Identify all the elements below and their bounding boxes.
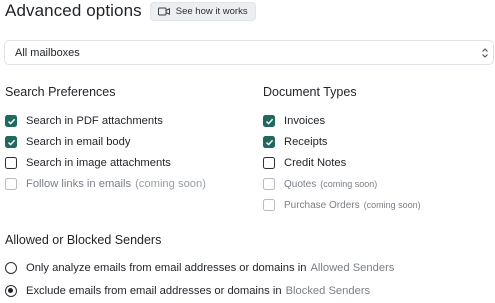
mailbox-select-value: All mailboxes: [15, 46, 80, 59]
receipts-label: Receipts: [284, 136, 328, 148]
check-icon: [7, 118, 16, 125]
allowed-senders-radio[interactable]: [5, 262, 17, 274]
credit-notes-label: Credit Notes: [284, 157, 347, 169]
search-pdf-checkbox[interactable]: [5, 115, 17, 127]
search-pdf-option[interactable]: Search in PDF attachments: [5, 113, 163, 129]
invoices-option[interactable]: Invoices: [263, 113, 325, 129]
video-icon: [157, 7, 170, 15]
check-icon: [265, 118, 274, 125]
follow-links-option: Follow links in emails (coming soon): [5, 176, 206, 192]
search-images-checkbox[interactable]: [5, 157, 17, 169]
blocked-senders-option[interactable]: Exclude emails from email addresses or d…: [5, 283, 370, 299]
credit-notes-checkbox[interactable]: [263, 157, 275, 169]
credit-notes-option[interactable]: Credit Notes: [263, 155, 346, 171]
blocked-senders-link[interactable]: Blocked Senders: [286, 285, 371, 297]
search-body-option[interactable]: Search in email body: [5, 134, 130, 150]
search-images-label: Search in image attachments: [26, 157, 171, 169]
chevron-updown-icon: [482, 48, 488, 58]
allowed-senders-link[interactable]: Allowed Senders: [310, 262, 394, 274]
search-preferences-title: Search Preferences: [5, 85, 116, 99]
invoices-label: Invoices: [284, 115, 326, 127]
follow-links-label: Follow links in emails: [26, 178, 132, 190]
see-how-it-works-button[interactable]: See how it works: [149, 1, 256, 21]
purchase-orders-checkbox: [263, 199, 275, 211]
blocked-senders-radio[interactable]: [5, 285, 17, 297]
quotes-label: Quotes: [284, 178, 317, 190]
check-icon: [265, 139, 274, 146]
coming-soon-note: (coming soon): [363, 200, 421, 210]
purchase-orders-option: Purchase Orders (coming soon): [263, 197, 421, 213]
blocked-senders-label: Exclude emails from email addresses or d…: [26, 285, 282, 297]
quotes-option: Quotes (coming soon): [263, 176, 377, 192]
see-how-it-works-label: See how it works: [175, 5, 248, 17]
search-images-option[interactable]: Search in image attachments: [5, 155, 171, 171]
receipts-checkbox[interactable]: [263, 136, 275, 148]
coming-soon-note: (coming soon): [135, 178, 206, 190]
search-body-label: Search in email body: [26, 136, 131, 148]
check-icon: [7, 139, 16, 146]
document-types-title: Document Types: [263, 85, 357, 99]
quotes-checkbox: [263, 178, 275, 190]
receipts-option[interactable]: Receipts: [263, 134, 328, 150]
purchase-orders-label: Purchase Orders: [284, 199, 360, 211]
invoices-checkbox[interactable]: [263, 115, 275, 127]
mailbox-select[interactable]: All mailboxes: [4, 40, 494, 65]
senders-title: Allowed or Blocked Senders: [5, 233, 162, 247]
advanced-options-header: Advanced options See how it works: [5, 1, 256, 21]
allowed-senders-option[interactable]: Only analyze emails from email addresses…: [5, 260, 394, 276]
allowed-senders-label: Only analyze emails from email addresses…: [26, 262, 307, 274]
coming-soon-note: (coming soon): [320, 179, 378, 189]
follow-links-checkbox: [5, 178, 17, 190]
search-body-checkbox[interactable]: [5, 136, 17, 148]
search-pdf-label: Search in PDF attachments: [26, 115, 163, 127]
page-title: Advanced options: [5, 1, 142, 20]
